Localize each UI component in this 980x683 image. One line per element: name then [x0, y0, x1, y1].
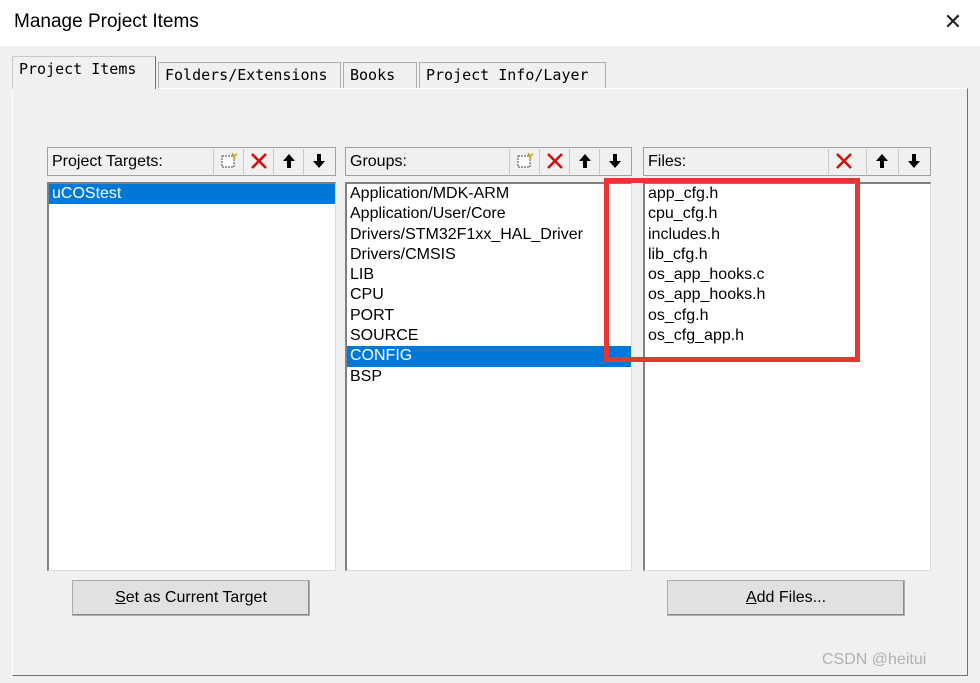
delete-group-icon[interactable] [539, 149, 569, 174]
set-target-label: et as Current Target [125, 589, 267, 606]
list-item-group[interactable]: SOURCE [347, 326, 631, 346]
list-item-group[interactable]: Application/MDK-ARM [347, 184, 631, 204]
list-item-group-selected[interactable]: CONFIG [347, 346, 631, 367]
groups-header-label: Groups: [350, 153, 407, 170]
list-item-file[interactable]: includes.h [645, 225, 930, 245]
list-item-file[interactable]: cpu_cfg.h [645, 204, 930, 224]
move-up-file-icon[interactable] [866, 149, 896, 174]
delete-target-icon[interactable] [243, 149, 273, 174]
move-down-file-icon[interactable] [898, 149, 928, 174]
list-item-group[interactable]: PORT [347, 306, 631, 326]
list-item-group[interactable]: BSP [347, 367, 631, 387]
list-item-target[interactable]: uCOStest [49, 184, 335, 205]
list-item-file[interactable]: lib_cfg.h [645, 245, 930, 265]
list-item-file[interactable]: os_cfg.h [645, 306, 930, 326]
targets-list[interactable]: uCOStest [47, 182, 336, 571]
list-item-group[interactable]: Application/User/Core [347, 204, 631, 224]
add-files-button[interactable]: Add Files... [667, 580, 905, 616]
move-up-group-icon[interactable] [569, 149, 599, 174]
tab-project-items[interactable]: Project Items [12, 56, 156, 89]
window-title: Manage Project Items [14, 11, 199, 32]
groups-header: Groups: [345, 147, 632, 176]
tab-project-info-layer[interactable]: Project Info/Layer [419, 62, 606, 88]
list-item-file[interactable]: app_cfg.h [645, 184, 930, 204]
set-current-target-button[interactable]: Set as Current Target [72, 580, 310, 616]
files-header-label: Files: [648, 153, 687, 170]
move-up-target-icon[interactable] [273, 149, 303, 174]
set-target-mnemonic: S [115, 589, 126, 606]
delete-file-icon[interactable] [828, 149, 858, 174]
tab-folders-extensions[interactable]: Folders/Extensions [158, 62, 341, 88]
add-files-mnemonic: A [745, 589, 757, 606]
list-item-group[interactable]: Drivers/CMSIS [347, 245, 631, 265]
list-item-file[interactable]: os_app_hooks.h [645, 285, 930, 305]
files-list[interactable]: app_cfg.h cpu_cfg.h includes.h lib_cfg.h… [643, 182, 931, 571]
files-header: Files: [643, 147, 931, 176]
new-target-icon[interactable] [213, 149, 243, 174]
close-icon[interactable]: ✕ [940, 9, 966, 35]
move-down-target-icon[interactable] [303, 149, 333, 174]
title-bar: Manage Project Items ✕ [0, 0, 980, 46]
list-item-group[interactable]: Drivers/STM32F1xx_HAL_Driver [347, 225, 631, 245]
watermark: CSDN @heitui [822, 651, 927, 668]
move-down-group-icon[interactable] [599, 149, 629, 174]
targets-header: Project Targets: [47, 147, 336, 176]
add-files-label: dd Files... [756, 589, 827, 606]
tab-books[interactable]: Books [343, 62, 417, 88]
groups-list[interactable]: Application/MDK-ARM Application/User/Cor… [345, 182, 632, 571]
list-item-file[interactable]: os_app_hooks.c [645, 265, 930, 285]
list-item-group[interactable]: CPU [347, 285, 631, 305]
list-item-file[interactable]: os_cfg_app.h [645, 326, 930, 346]
new-group-icon[interactable] [509, 149, 539, 174]
list-item-group[interactable]: LIB [347, 265, 631, 285]
targets-header-label: Project Targets: [52, 153, 163, 170]
